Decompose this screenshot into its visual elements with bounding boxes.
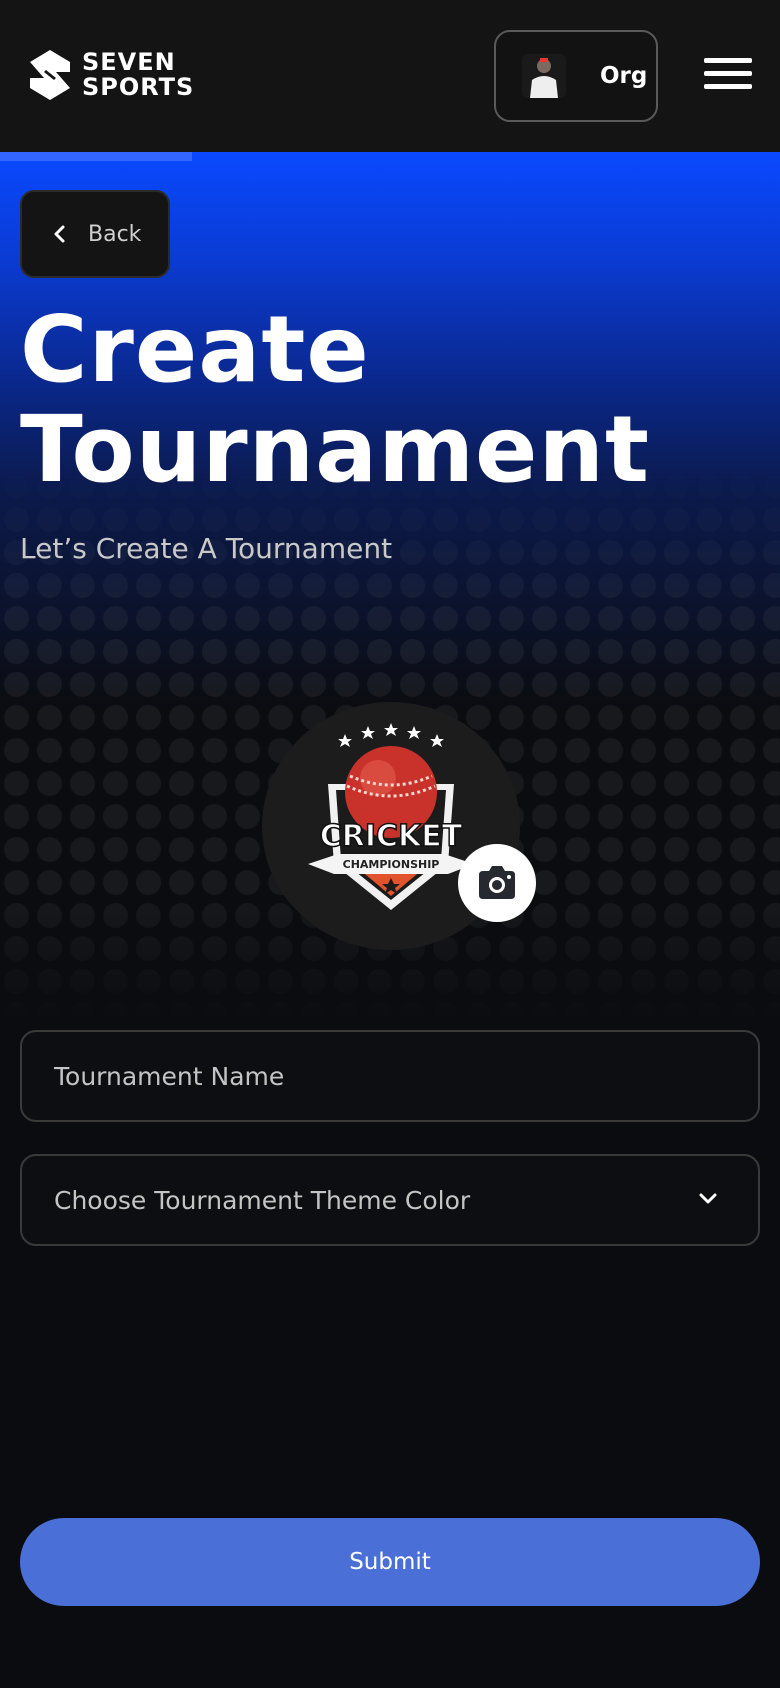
chevron-down-icon <box>699 1193 717 1204</box>
top-bar: SEVEN SPORTS Org <box>0 0 780 152</box>
org-switcher-button[interactable]: Org <box>494 30 658 122</box>
camera-icon <box>479 866 515 899</box>
cricket-championship-badge: CRICKET CHAMPIONSHIP <box>308 723 474 910</box>
tournament-name-input[interactable] <box>22 1032 758 1120</box>
hamburger-icon[interactable] <box>704 58 752 94</box>
user-avatar <box>522 54 566 98</box>
seven-sports-logo-icon <box>30 50 70 100</box>
camera-upload-button[interactable] <box>458 844 536 922</box>
badge-title: CRICKET <box>320 819 463 854</box>
back-button[interactable]: Back <box>20 190 170 278</box>
back-label: Back <box>88 221 142 247</box>
brand-line-2: SPORTS <box>82 73 195 101</box>
chevron-left-icon <box>54 225 65 243</box>
org-label: Org <box>600 63 648 89</box>
page-subtitle: Let’s Create A Tournament <box>20 532 393 565</box>
page: SEVEN SPORTS Org Back Create Tournament <box>0 0 780 1688</box>
brand-name: SEVEN SPORTS <box>82 50 194 100</box>
page-title-line-1: Create <box>20 296 370 403</box>
theme-color-label: Choose Tournament Theme Color <box>54 1185 471 1215</box>
badge-stars <box>338 723 444 747</box>
page-progress-indicator <box>0 152 192 161</box>
brand-line-1: SEVEN <box>82 48 176 76</box>
brand-logo[interactable]: SEVEN SPORTS <box>26 48 216 102</box>
submit-button[interactable]: Submit <box>20 1518 760 1606</box>
tournament-name-field[interactable] <box>20 1030 760 1122</box>
theme-color-select[interactable]: Choose Tournament Theme Color <box>20 1154 760 1246</box>
page-title-line-2: Tournament <box>20 396 650 503</box>
page-title: Create Tournament <box>20 300 760 500</box>
badge-ribbon-text: CHAMPIONSHIP <box>343 858 440 871</box>
